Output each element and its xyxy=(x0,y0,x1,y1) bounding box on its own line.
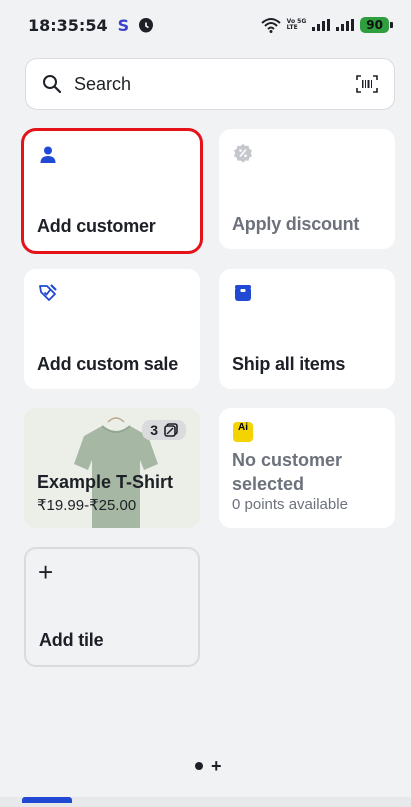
search-input[interactable]: Search xyxy=(25,58,395,110)
bottom-tab-indicator xyxy=(22,797,72,803)
ai-label: Ai xyxy=(238,422,248,433)
battery-indicator: 90 xyxy=(360,17,393,33)
signal-icon-2 xyxy=(336,19,355,31)
page-dot-active[interactable] xyxy=(195,762,203,770)
customer-title: No customer selected xyxy=(232,450,343,494)
variants-icon xyxy=(164,423,178,437)
app-s-icon: S xyxy=(117,15,130,35)
tile-label-apply-discount: Apply discount xyxy=(232,214,360,234)
tile-ship-all-items[interactable]: Ship all items xyxy=(219,269,395,389)
volte-bottom: LTE xyxy=(286,24,298,31)
signal-icon-1 xyxy=(312,19,331,31)
plus-icon: + xyxy=(38,557,54,587)
discount-badge-icon xyxy=(234,144,252,163)
status-left: 18:35:54 S xyxy=(28,15,154,35)
tile-label-add-customer: Add customer xyxy=(37,216,156,236)
person-icon xyxy=(40,146,56,163)
search-icon xyxy=(43,75,62,94)
product-name: Example T-Shirt xyxy=(37,472,174,492)
tile-add-custom-sale[interactable]: Add custom sale xyxy=(24,269,200,389)
search-placeholder: Search xyxy=(74,73,132,94)
tile-customer-info[interactable]: Ai No customer selected 0 points availab… xyxy=(219,408,395,528)
status-bar: 18:35:54 S Vo 5G LTE 90 xyxy=(0,0,411,50)
tile-label-add-tile: Add tile xyxy=(39,630,104,650)
wifi-icon xyxy=(260,17,281,33)
status-time: 18:35:54 xyxy=(28,15,108,35)
barcode-scan-icon[interactable] xyxy=(356,75,378,93)
ai-app-icon: Ai xyxy=(233,422,253,442)
add-page-button[interactable]: + xyxy=(211,757,222,775)
variant-count: 3 xyxy=(150,422,158,438)
tile-add-tile[interactable]: + Add tile xyxy=(24,547,200,667)
page-indicator: + xyxy=(195,757,222,775)
tile-label-add-custom-sale: Add custom sale xyxy=(37,354,179,374)
tile-product-example-tshirt[interactable]: 3 Example T-Shirt ₹19.99-₹25.00 xyxy=(24,408,200,528)
volte-indicator: Vo 5G LTE xyxy=(287,19,307,31)
customer-points: 0 points available xyxy=(232,496,348,513)
tile-apply-discount[interactable]: Apply discount xyxy=(219,129,395,249)
tile-add-customer[interactable]: Add customer xyxy=(21,128,203,254)
variant-count-badge: 3 xyxy=(142,420,186,440)
tag-pencil-icon xyxy=(39,284,57,301)
clock-icon xyxy=(139,18,154,33)
tile-label-ship-all-items: Ship all items xyxy=(232,354,346,374)
product-price-range: ₹19.99-₹25.00 xyxy=(37,497,137,514)
status-right: Vo 5G LTE 90 xyxy=(260,17,393,33)
box-icon xyxy=(235,285,251,301)
